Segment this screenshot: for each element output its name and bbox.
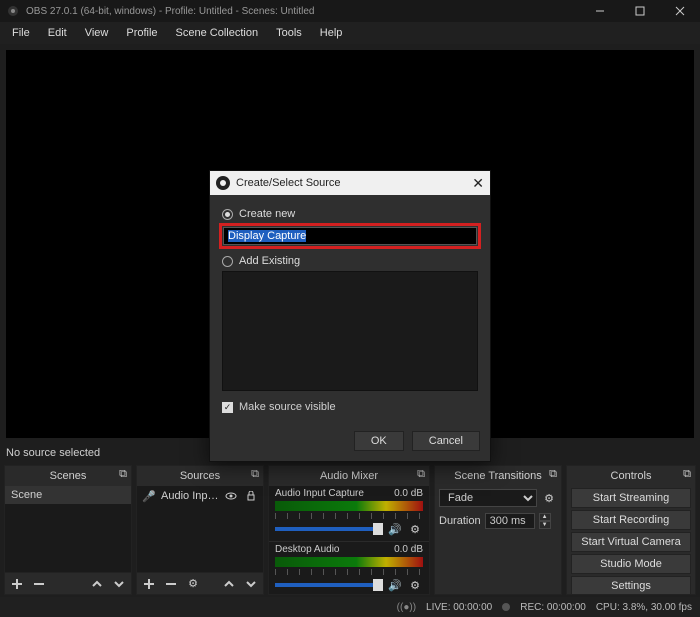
status-live: LIVE: 00:00:00 (426, 602, 492, 613)
gear-icon[interactable]: ⚙ (407, 521, 423, 537)
mixer-track: Desktop Audio0.0 dB 🔊 ⚙ (269, 542, 429, 594)
obs-icon (216, 176, 230, 190)
radio-icon (222, 256, 233, 267)
scene-down-button[interactable] (111, 576, 127, 592)
scenes-title: Scenes (50, 470, 87, 482)
make-visible-checkbox[interactable]: ✓ Make source visible (222, 401, 478, 413)
eye-icon[interactable] (223, 488, 239, 504)
transition-select[interactable]: Fade (439, 489, 537, 507)
lock-icon[interactable] (243, 488, 259, 504)
sources-title: Sources (180, 470, 220, 482)
add-existing-radio[interactable]: Add Existing (222, 255, 478, 267)
speaker-icon[interactable]: 🔊 (387, 521, 403, 537)
app-icon (6, 4, 20, 18)
existing-sources-list[interactable] (222, 271, 478, 391)
menu-scene-collection[interactable]: Scene Collection (168, 25, 267, 41)
popout-icon[interactable]: ⧉ (119, 468, 127, 481)
menu-tools[interactable]: Tools (268, 25, 310, 41)
popout-icon[interactable]: ⧉ (683, 468, 691, 481)
dialog-titlebar: Create/Select Source ✕ (210, 171, 490, 195)
audio-mixer-panel: Audio Mixer ⧉ Audio Input Capture0.0 dB 🔊… (268, 465, 430, 595)
scenes-panel: Scenes ⧉ Scene (4, 465, 132, 595)
mixer-track: Audio Input Capture0.0 dB 🔊 ⚙ (269, 486, 429, 542)
remove-scene-button[interactable] (31, 576, 47, 592)
settings-button[interactable]: Settings (571, 576, 691, 594)
window-maximize-button[interactable] (620, 0, 660, 22)
sources-panel: Sources ⧉ 🎤 Audio Input Captu. ⚙ (136, 465, 264, 595)
window-titlebar: OBS 27.0.1 (64-bit, windows) - Profile: … (0, 0, 700, 22)
menu-help[interactable]: Help (312, 25, 351, 41)
start-virtual-camera-button[interactable]: Start Virtual Camera (571, 532, 691, 552)
scene-transitions-panel: Scene Transitions ⧉ Fade ⚙ Duration ▲▼ (434, 465, 562, 595)
source-properties-button[interactable]: ⚙ (185, 576, 201, 592)
source-down-button[interactable] (243, 576, 259, 592)
status-rec: REC: 00:00:00 (520, 602, 586, 613)
speaker-icon[interactable]: 🔊 (387, 577, 403, 593)
start-streaming-button[interactable]: Start Streaming (571, 488, 691, 508)
mixer-title: Audio Mixer (320, 470, 378, 482)
window-minimize-button[interactable] (580, 0, 620, 22)
audio-meter (275, 557, 423, 567)
menu-file[interactable]: File (4, 25, 38, 41)
remove-source-button[interactable] (163, 576, 179, 592)
ok-button[interactable]: OK (354, 431, 404, 451)
microphone-icon: 🎤 (141, 488, 157, 504)
popout-icon[interactable]: ⧉ (251, 468, 259, 481)
highlight-box: Display Capture (219, 223, 481, 249)
controls-title: Controls (611, 470, 652, 482)
dialog-close-button[interactable]: ✕ (472, 175, 484, 192)
source-item[interactable]: 🎤 Audio Input Captu. (137, 486, 263, 506)
create-select-source-dialog: Create/Select Source ✕ Create new Displa… (209, 170, 491, 462)
gear-icon[interactable]: ⚙ (407, 577, 423, 593)
duration-input[interactable] (485, 513, 535, 529)
scene-up-button[interactable] (89, 576, 105, 592)
transitions-title: Scene Transitions (454, 470, 541, 482)
audio-meter (275, 501, 423, 511)
controls-panel: Controls ⧉ Start Streaming Start Recordin… (566, 465, 696, 595)
source-name-input[interactable]: Display Capture (223, 227, 477, 245)
checkbox-icon: ✓ (222, 402, 233, 413)
spin-down[interactable]: ▼ (539, 521, 551, 529)
broadcast-icon: ((●)) (397, 602, 416, 613)
create-new-radio[interactable]: Create new (222, 208, 478, 220)
studio-mode-button[interactable]: Studio Mode (571, 554, 691, 574)
menubar: File Edit View Profile Scene Collection … (0, 22, 700, 44)
window-close-button[interactable] (660, 0, 700, 22)
duration-label: Duration (439, 515, 481, 527)
popout-icon[interactable]: ⧉ (549, 468, 557, 481)
scene-item[interactable]: Scene (5, 486, 131, 504)
source-up-button[interactable] (221, 576, 237, 592)
volume-slider[interactable] (275, 583, 383, 587)
dialog-title: Create/Select Source (236, 177, 341, 189)
rec-indicator-icon (502, 603, 510, 611)
radio-icon (222, 209, 233, 220)
spin-up[interactable]: ▲ (539, 513, 551, 521)
volume-slider[interactable] (275, 527, 383, 531)
add-scene-button[interactable] (9, 576, 25, 592)
gear-icon[interactable]: ⚙ (541, 490, 557, 506)
menu-view[interactable]: View (77, 25, 117, 41)
add-source-button[interactable] (141, 576, 157, 592)
cancel-button[interactable]: Cancel (412, 431, 480, 451)
window-title: OBS 27.0.1 (64-bit, windows) - Profile: … (26, 6, 314, 17)
start-recording-button[interactable]: Start Recording (571, 510, 691, 530)
menu-profile[interactable]: Profile (118, 25, 165, 41)
menu-edit[interactable]: Edit (40, 25, 75, 41)
popout-icon[interactable]: ⧉ (417, 468, 425, 481)
status-cpu: CPU: 3.8%, 30.00 fps (596, 602, 692, 613)
statusbar: ((●)) LIVE: 00:00:00 REC: 00:00:00 CPU: … (0, 597, 700, 617)
